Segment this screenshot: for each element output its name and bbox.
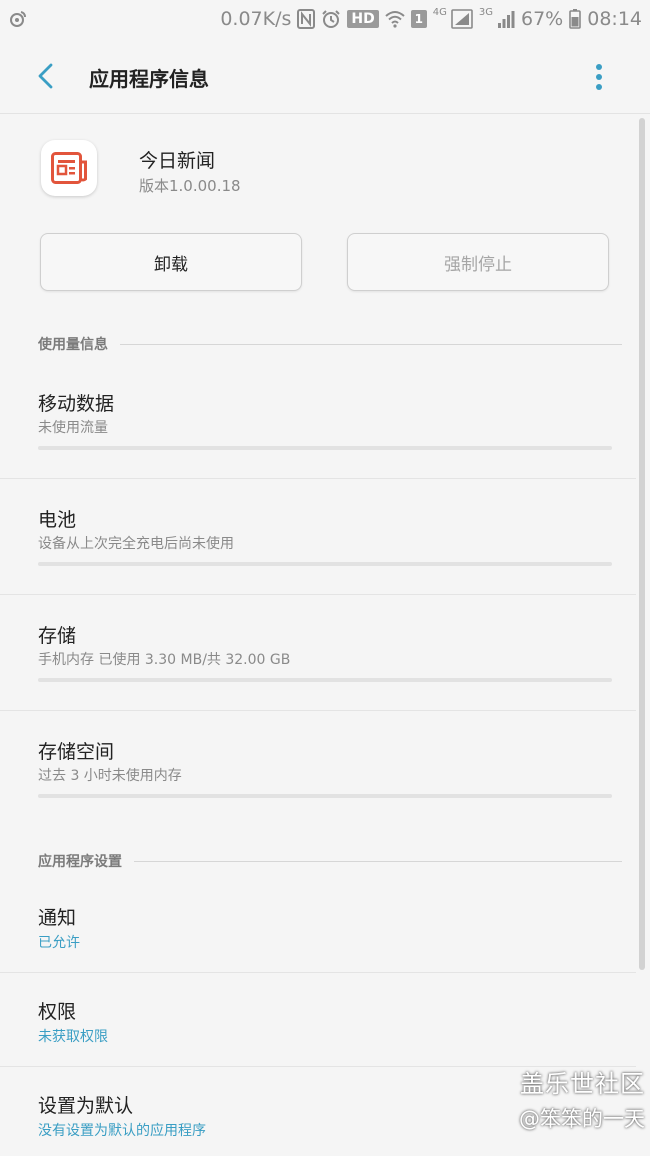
usage-section-header: 使用量信息 (38, 334, 622, 354)
usage-bar (38, 794, 612, 798)
network-speed: 0.07K/s (220, 8, 292, 30)
app-version: 版本1.0.00.18 (139, 177, 241, 195)
alarm-icon (321, 9, 341, 29)
list-item-storage[interactable]: 存储 手机内存 已使用 3.30 MB/共 32.00 GB (0, 612, 636, 710)
section-divider (134, 860, 622, 862)
sim-badge: 1 (410, 10, 427, 28)
item-subtitle: 没有设置为默认的应用程序 (38, 1123, 206, 1139)
app-bar: 应用程序信息 (0, 38, 650, 114)
list-item-mobile-data[interactable]: 移动数据 未使用流量 (0, 380, 636, 478)
battery-percent: 67% (521, 8, 564, 30)
clock: 08:14 (587, 8, 642, 30)
item-subtitle: 已允许 (38, 935, 80, 951)
more-options-button[interactable] (584, 60, 614, 94)
weibo-icon (8, 9, 28, 29)
watermark-line-1: 盖乐世社区 (520, 1070, 645, 1098)
item-title: 设置为默认 (38, 1095, 134, 1117)
scrollbar[interactable] (639, 118, 645, 970)
signal-icon (451, 9, 473, 29)
battery-icon (569, 9, 582, 29)
list-item-battery[interactable]: 电池 设备从上次完全充电后尚未使用 (0, 496, 636, 594)
section-label: 应用程序设置 (38, 854, 122, 870)
item-title: 通知 (38, 907, 77, 929)
signal-icon-2 (497, 9, 515, 29)
force-stop-button[interactable]: 强制停止 (347, 233, 609, 291)
status-bar: 0.07K/s HD 1 4G 3G 67% 08:14 (0, 0, 650, 38)
item-title: 电池 (38, 509, 77, 531)
watermark-line-2: @笨笨的一天 (519, 1107, 645, 1131)
item-subtitle: 过去 3 小时未使用内存 (38, 768, 182, 784)
list-item-memory[interactable]: 存储空间 过去 3 小时未使用内存 (0, 728, 636, 826)
item-subtitle: 未使用流量 (38, 420, 108, 436)
usage-bar (38, 562, 612, 566)
back-button[interactable] (30, 60, 62, 92)
usage-bar (38, 678, 612, 682)
item-subtitle: 未获取权限 (38, 1029, 108, 1045)
section-divider (120, 343, 622, 345)
row-divider (0, 972, 636, 973)
list-item-permissions[interactable]: 权限 未获取权限 (0, 988, 636, 1066)
item-title: 权限 (38, 1001, 77, 1023)
usage-bar (38, 446, 612, 450)
app-icon (41, 140, 97, 196)
item-title: 存储 (38, 625, 77, 647)
item-title: 存储空间 (38, 741, 115, 763)
item-subtitle: 设备从上次完全充电后尚未使用 (38, 536, 234, 552)
row-divider (0, 710, 636, 711)
nfc-icon (297, 9, 316, 29)
page-title: 应用程序信息 (89, 67, 209, 91)
hd-badge: HD (347, 10, 379, 28)
watermark: 盖乐世社区 @笨笨的一天 (470, 1064, 645, 1133)
wifi-icon (385, 10, 405, 28)
row-divider (0, 478, 636, 479)
settings-section-header: 应用程序设置 (38, 851, 622, 871)
section-label: 使用量信息 (38, 337, 108, 353)
row-divider (0, 594, 636, 595)
uninstall-button[interactable]: 卸载 (40, 233, 302, 291)
network-type-2: 3G (478, 6, 493, 18)
app-name: 今日新闻 (139, 150, 216, 172)
item-subtitle: 手机内存 已使用 3.30 MB/共 32.00 GB (38, 652, 291, 668)
item-title: 移动数据 (38, 393, 115, 415)
list-item-notifications[interactable]: 通知 已允许 (0, 894, 636, 972)
news-icon (51, 152, 87, 184)
back-arrow-icon (38, 63, 53, 89)
more-vertical-icon (596, 64, 602, 90)
network-type-1: 4G (432, 6, 447, 18)
